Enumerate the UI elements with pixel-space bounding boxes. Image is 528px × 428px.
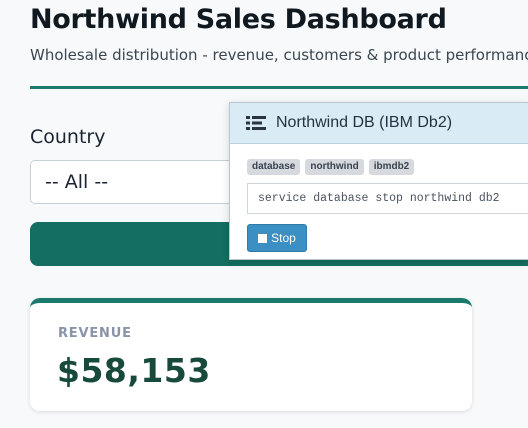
tag-database: database — [247, 159, 301, 175]
list-icon — [246, 115, 266, 131]
header-divider — [30, 86, 528, 89]
stop-button[interactable]: Stop — [247, 224, 307, 252]
country-label: Country — [30, 126, 106, 148]
tag-list: database northwind ibmdb2 — [247, 159, 415, 175]
tag-ibmdb2: ibmdb2 — [368, 159, 415, 175]
panel-title: Northwind DB (IBM Db2) — [276, 114, 453, 131]
revenue-card: REVENUE $58,153 — [30, 298, 472, 411]
stop-label: Stop — [271, 231, 296, 245]
revenue-label: REVENUE — [58, 326, 132, 341]
page-title: Northwind Sales Dashboard — [30, 4, 447, 35]
db-service-panel: Northwind DB (IBM Db2) database northwin… — [229, 102, 528, 260]
revenue-value: $58,153 — [57, 351, 211, 390]
command-field[interactable]: service database stop northwind db2 — [247, 183, 528, 214]
page-subtitle: Wholesale distribution - revenue, custom… — [30, 46, 528, 64]
panel-header: Northwind DB (IBM Db2) — [230, 103, 528, 144]
tag-northwind: northwind — [305, 159, 364, 175]
stop-icon — [258, 233, 268, 243]
